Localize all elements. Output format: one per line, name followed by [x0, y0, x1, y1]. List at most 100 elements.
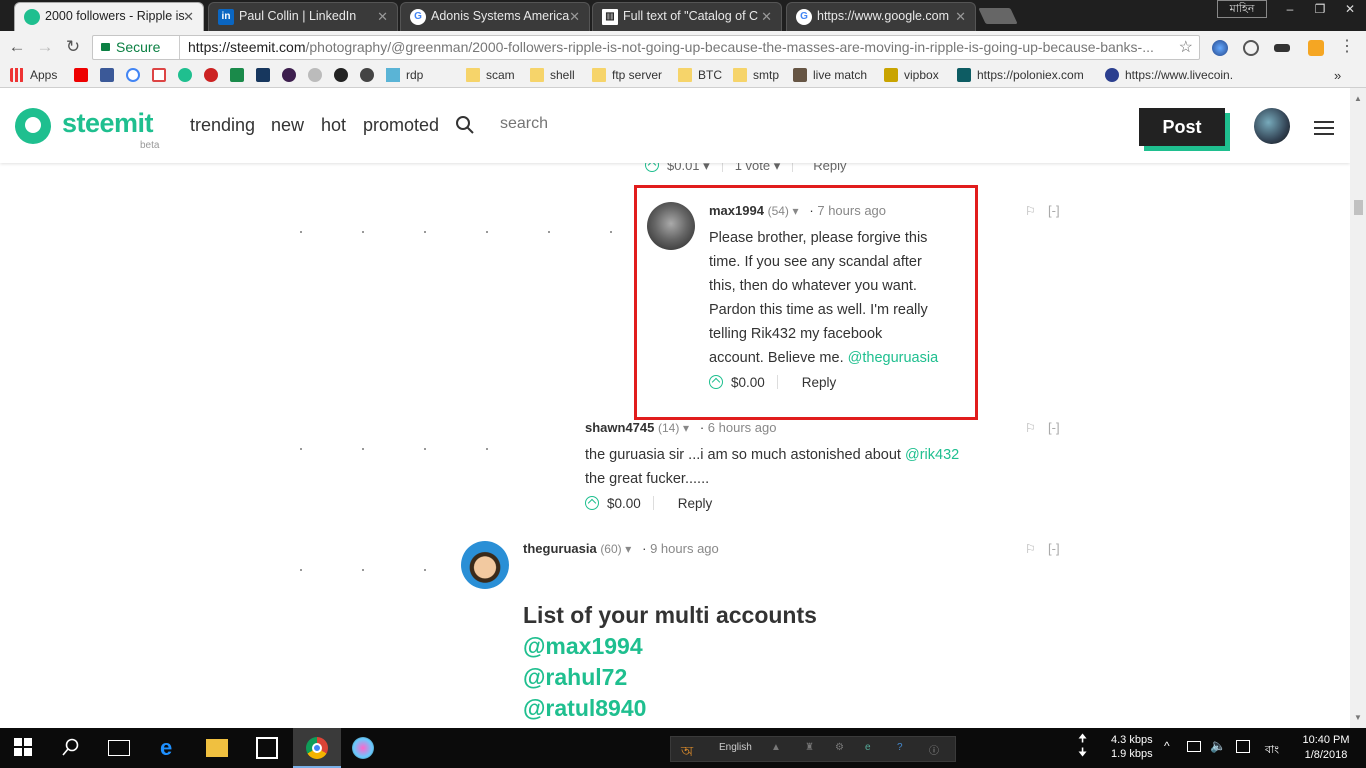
nav-hot[interactable]: hot — [321, 115, 346, 136]
network-icon[interactable] — [1187, 741, 1201, 752]
volume-icon[interactable]: 🔈 — [1210, 738, 1226, 754]
flag-icon[interactable]: ⚐ — [1025, 421, 1036, 435]
collapse-toggle[interactable]: [-] — [1048, 541, 1060, 556]
bookmark-site[interactable] — [282, 67, 302, 84]
extension-icon[interactable] — [1243, 40, 1259, 56]
mask-extension-icon[interactable] — [1274, 44, 1290, 52]
forward-arrow-icon[interactable]: → — [34, 36, 56, 58]
bookmark-google[interactable] — [126, 67, 146, 84]
restore-button[interactable]: ❐ — [1305, 0, 1335, 18]
file-explorer-icon[interactable] — [206, 739, 228, 757]
minimize-button[interactable]: – — [1275, 0, 1305, 18]
timestamp[interactable]: 9 hours ago — [650, 541, 719, 556]
mention-link[interactable]: @ratul8940 — [523, 695, 646, 722]
more-bookmarks-chevron-icon[interactable]: » — [1334, 67, 1341, 84]
flag-icon[interactable]: ⚐ — [1025, 204, 1036, 218]
vertical-scrollbar[interactable]: ▲ ▼ — [1350, 88, 1366, 728]
tab-adonis[interactable]: G Adonis Systems America ✕ — [400, 2, 590, 31]
payout-value[interactable]: $0.00 — [607, 496, 641, 511]
close-icon[interactable]: ✕ — [183, 3, 194, 30]
bookmark-site[interactable] — [204, 67, 224, 84]
search-input[interactable] — [500, 115, 660, 133]
collapse-toggle[interactable]: [-] — [1048, 420, 1060, 435]
task-view-icon[interactable] — [108, 740, 130, 756]
mention-link[interactable]: @rahul72 — [523, 664, 627, 691]
bookmark-site[interactable] — [230, 67, 250, 84]
collapse-toggle[interactable]: [-] — [1048, 203, 1060, 218]
edge-browser-icon[interactable]: e — [160, 737, 182, 759]
bookmark-smtp[interactable]: smtp — [733, 67, 779, 84]
search-icon[interactable] — [62, 738, 80, 756]
reload-icon[interactable]: ↻ — [62, 36, 84, 58]
bookmark-facebook[interactable] — [100, 67, 120, 84]
tab-google[interactable]: G https://www.google.com ✕ — [786, 2, 976, 31]
bookmark-youtube[interactable] — [74, 67, 94, 84]
action-center-icon[interactable] — [1236, 740, 1250, 753]
scroll-up-arrow-icon[interactable]: ▲ — [1354, 94, 1362, 103]
flag-icon[interactable]: ⚐ — [1025, 542, 1036, 556]
store-icon[interactable] — [256, 737, 278, 759]
chevron-down-icon[interactable]: ▾ — [625, 542, 631, 556]
scrollbar-thumb[interactable] — [1354, 200, 1363, 215]
user-avatar[interactable] — [1254, 108, 1290, 144]
address-bar[interactable]: Secure https://steemit.com/photography/@… — [92, 35, 1200, 60]
bookmark-site[interactable] — [334, 67, 354, 84]
new-tab-button[interactable] — [978, 8, 1018, 24]
tab-steemit[interactable]: 2000 followers - Ripple is ✕ — [14, 2, 204, 31]
hamburger-menu-icon[interactable] — [1314, 121, 1334, 135]
bookmark-gmail[interactable] — [152, 67, 172, 84]
bookmark-rdp[interactable]: rdp — [386, 67, 423, 84]
upvote-icon[interactable] — [585, 496, 599, 510]
bookmark-steemit[interactable] — [178, 67, 198, 84]
bookmark-livecoin[interactable]: https://www.livecoin. — [1105, 67, 1245, 84]
chevron-down-icon[interactable]: ▾ — [683, 421, 689, 435]
tray-chevron-icon[interactable]: ^ — [1164, 739, 1170, 753]
url-text[interactable]: https://steemit.com/photography/@greenma… — [179, 36, 1154, 59]
nav-promoted[interactable]: promoted — [363, 115, 439, 136]
menu-dots-icon[interactable]: ⋮ — [1336, 36, 1358, 58]
secure-indicator[interactable]: Secure — [101, 36, 160, 59]
steemit-logo-icon[interactable] — [15, 108, 51, 144]
bookmark-star-icon[interactable]: ☆ — [1179, 36, 1193, 59]
paint-icon[interactable] — [352, 737, 374, 759]
nav-new[interactable]: new — [271, 115, 304, 136]
avatar[interactable] — [461, 541, 509, 589]
post-button[interactable]: Post — [1139, 108, 1225, 146]
input-language-indicator[interactable]: বাং — [1265, 741, 1279, 760]
timestamp[interactable]: 6 hours ago — [708, 420, 777, 435]
back-arrow-icon[interactable]: ← — [6, 36, 28, 58]
close-icon[interactable]: ✕ — [761, 3, 772, 30]
bookmark-site[interactable] — [256, 67, 276, 84]
mention-link[interactable]: @max1994 — [523, 633, 643, 660]
tab-archive[interactable]: ▥ Full text of "Catalog of C ✕ — [592, 2, 782, 31]
close-icon[interactable]: ✕ — [955, 3, 966, 30]
reply-link[interactable]: Reply — [678, 496, 713, 511]
profile-button[interactable]: মাহিন — [1217, 0, 1267, 18]
nav-trending[interactable]: trending — [190, 115, 255, 136]
steemit-logo-text[interactable]: steemit — [62, 108, 154, 139]
fox-extension-icon[interactable] — [1308, 40, 1324, 56]
search-icon[interactable] — [456, 116, 474, 134]
bookmark-site[interactable] — [360, 67, 380, 84]
bookmark-live-match[interactable]: live match — [793, 67, 867, 84]
author-name[interactable]: theguruasia — [523, 541, 597, 556]
bookmark-shell[interactable]: shell — [530, 67, 575, 84]
bookmark-vipbox[interactable]: vipbox — [884, 67, 939, 84]
bookmark-scam[interactable]: scam — [466, 67, 515, 84]
chrome-taskbar-button[interactable] — [293, 728, 341, 768]
windows-start-icon[interactable] — [14, 738, 32, 756]
mention-link[interactable]: @rik432 — [905, 447, 959, 463]
bookmark-ftp-server[interactable]: ftp server — [592, 67, 662, 84]
taskbar-clock[interactable]: 10:40 PM 1/8/2018 — [1298, 733, 1354, 763]
bookmark-btc[interactable]: BTC — [678, 67, 722, 84]
bookmark-site[interactable] — [308, 67, 328, 84]
language-bar[interactable]: অ English ▲ ♜ ⚙ e ? ⓘ — [670, 736, 956, 762]
bookmark-poloniex[interactable]: https://poloniex.com — [957, 67, 1084, 84]
bookmark-apps[interactable]: Apps — [10, 67, 57, 84]
close-icon[interactable]: ✕ — [377, 3, 388, 30]
author-name[interactable]: shawn4745 — [585, 420, 654, 435]
tab-linkedin[interactable]: in Paul Collin | LinkedIn ✕ — [208, 2, 398, 31]
globe-extension-icon[interactable] — [1212, 40, 1228, 56]
scroll-down-arrow-icon[interactable]: ▼ — [1354, 713, 1362, 722]
close-window-button[interactable]: ✕ — [1335, 0, 1365, 18]
